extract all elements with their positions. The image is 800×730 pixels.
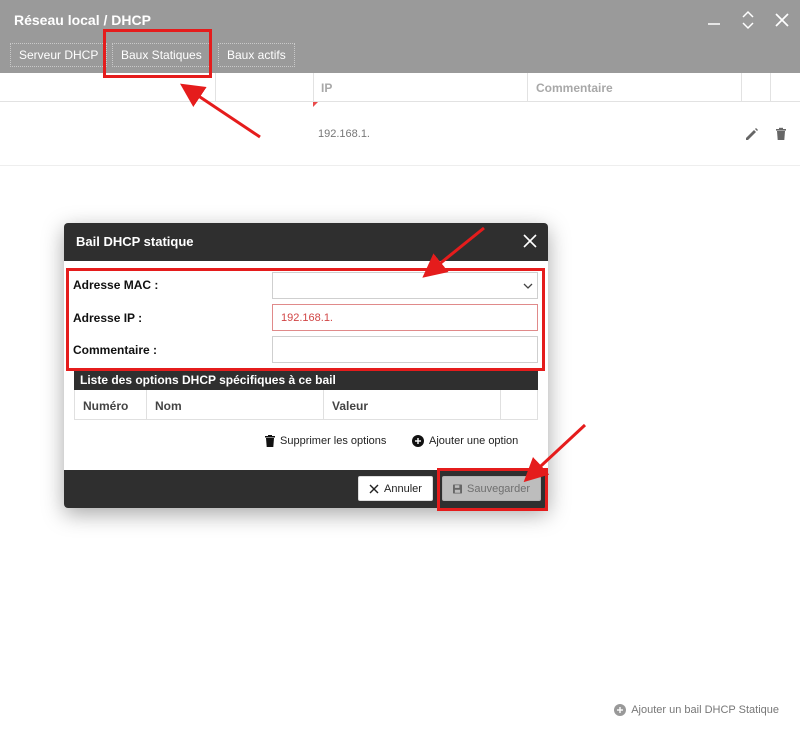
add-option-label: Ajouter une option bbox=[429, 435, 519, 447]
add-static-lease-link[interactable]: Ajouter un bail DHCP Statique bbox=[614, 704, 779, 716]
add-static-lease-label: Ajouter un bail DHCP Statique bbox=[631, 704, 779, 716]
dialog-header: Bail DHCP statique bbox=[64, 223, 548, 261]
column-divider bbox=[313, 73, 314, 102]
delete-options-label: Supprimer les options bbox=[280, 435, 387, 447]
row-ip: 192.168.1. bbox=[318, 128, 370, 140]
column-divider bbox=[741, 73, 742, 102]
dialog-title: Bail DHCP statique bbox=[76, 234, 194, 249]
close-icon bbox=[369, 484, 379, 493]
window-title: Réseau local / DHCP bbox=[14, 12, 151, 28]
delete-icon[interactable] bbox=[773, 126, 789, 142]
plus-circle-icon bbox=[614, 704, 627, 716]
column-numero[interactable]: Numéro bbox=[83, 399, 128, 413]
annotation-box-save bbox=[437, 468, 548, 511]
expand-icon[interactable] bbox=[738, 10, 758, 30]
plus-circle-icon bbox=[412, 435, 424, 447]
table-row[interactable]: 192.168.1. bbox=[0, 102, 800, 166]
column-divider bbox=[500, 390, 501, 419]
annotation-box-fields bbox=[66, 268, 545, 371]
tab-baux-actifs[interactable]: Baux actifs bbox=[218, 43, 295, 67]
minimize-icon[interactable] bbox=[704, 10, 724, 30]
column-nom[interactable]: Nom bbox=[155, 399, 182, 413]
column-divider bbox=[215, 73, 216, 102]
tab-serveur-dhcp[interactable]: Serveur DHCP bbox=[10, 43, 108, 67]
delete-options-button[interactable]: Supprimer les options bbox=[265, 435, 386, 447]
dialog-close-icon[interactable] bbox=[522, 233, 538, 249]
column-divider bbox=[770, 73, 771, 102]
column-divider bbox=[323, 390, 324, 419]
modified-marker bbox=[313, 102, 318, 107]
cancel-button[interactable]: Annuler bbox=[358, 476, 433, 501]
cancel-label: Annuler bbox=[384, 482, 422, 495]
options-table-header: Numéro Nom Valeur bbox=[74, 390, 538, 420]
annotation-box-tab bbox=[103, 29, 212, 78]
column-divider bbox=[527, 73, 528, 102]
column-commentaire[interactable]: Commentaire bbox=[536, 81, 613, 95]
column-divider bbox=[146, 390, 147, 419]
column-valeur[interactable]: Valeur bbox=[332, 399, 368, 413]
trash-icon bbox=[265, 435, 275, 447]
add-option-button[interactable]: Ajouter une option bbox=[412, 435, 518, 447]
options-table-title: Liste des options DHCP spécifiques à ce … bbox=[74, 370, 538, 390]
edit-icon[interactable] bbox=[744, 126, 760, 142]
close-icon[interactable] bbox=[772, 10, 792, 30]
column-ip[interactable]: IP bbox=[321, 81, 332, 95]
